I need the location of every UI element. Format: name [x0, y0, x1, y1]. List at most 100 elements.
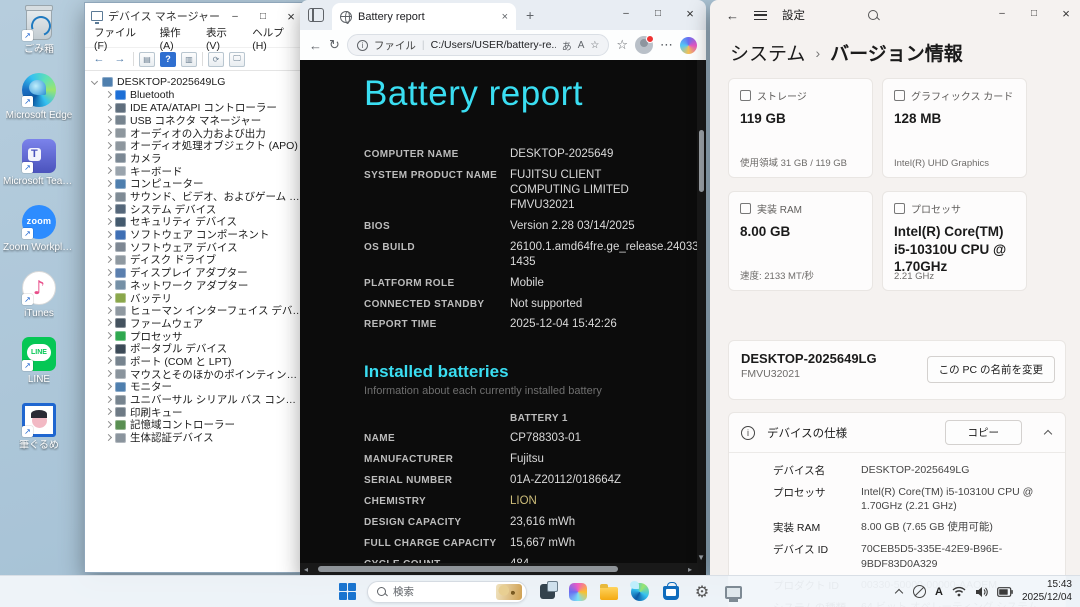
- rename-pc-button[interactable]: この PC の名前を変更: [926, 356, 1055, 383]
- desktop-icon[interactable]: ↗ Microsoft Teams: [2, 138, 76, 204]
- chevron-right-icon[interactable]: [104, 383, 112, 391]
- scroll-left-arrow[interactable]: ◂: [304, 565, 308, 574]
- microsoft-store-icon[interactable]: [660, 581, 682, 603]
- chevron-right-icon[interactable]: [104, 307, 112, 315]
- chevron-right-icon[interactable]: [104, 193, 112, 201]
- tray-expand-icon[interactable]: [895, 587, 904, 596]
- volume-icon[interactable]: [975, 586, 988, 598]
- close-button[interactable]: [1050, 0, 1080, 26]
- new-tab-button[interactable]: +: [526, 7, 534, 23]
- chevron-right-icon[interactable]: [104, 91, 112, 99]
- tree-item[interactable]: ファームウェア: [89, 317, 305, 330]
- ime-indicator[interactable]: A: [935, 586, 943, 598]
- desktop-icon[interactable]: ↗ Microsoft Edge: [2, 72, 76, 138]
- chevron-right-icon[interactable]: [104, 231, 112, 239]
- computer-scan-icon[interactable]: 🖵: [229, 51, 245, 67]
- settings-gear-icon[interactable]: ⚙: [691, 581, 713, 603]
- tray-clock[interactable]: 15:43 2025/12/04: [1022, 579, 1072, 604]
- favorites-hub-icon[interactable]: ☆: [616, 37, 628, 53]
- menu-item[interactable]: ヘルプ(H): [252, 25, 296, 52]
- properties-icon[interactable]: ▥: [181, 51, 197, 67]
- chevron-right-icon[interactable]: [104, 434, 112, 442]
- chevron-right-icon[interactable]: [104, 154, 112, 162]
- chevron-right-icon[interactable]: [104, 167, 112, 175]
- favorite-star-icon[interactable]: ☆: [590, 40, 599, 51]
- scroll-down-arrow[interactable]: ▼: [697, 553, 705, 562]
- browser-tab[interactable]: Battery report ×: [332, 3, 516, 30]
- translate-icon[interactable]: あ: [562, 38, 572, 53]
- desktop-icon[interactable]: ↗ LINE: [2, 336, 76, 402]
- vertical-scrollbar-thumb[interactable]: [699, 130, 704, 192]
- device-manager-taskbar-icon[interactable]: [722, 581, 744, 603]
- chevron-right-icon[interactable]: [104, 116, 112, 124]
- tree-root[interactable]: DESKTOP-2025649LG: [89, 76, 305, 89]
- chevron-right-icon[interactable]: [104, 345, 112, 353]
- minimize-button[interactable]: [610, 0, 642, 26]
- desktop-icon[interactable]: ↗ ごみ箱: [2, 5, 76, 72]
- close-button[interactable]: [674, 0, 706, 26]
- desktop-icon[interactable]: ↗ 筆ぐるめ: [2, 402, 76, 468]
- tree-item[interactable]: カメラ: [89, 152, 305, 165]
- back-icon[interactable]: ←: [309, 38, 322, 53]
- chevron-right-icon[interactable]: [104, 180, 112, 188]
- menu-item[interactable]: ファイル(F): [94, 25, 147, 52]
- copilot-icon[interactable]: [567, 581, 589, 603]
- copy-button[interactable]: コピー: [944, 420, 1022, 445]
- task-view-button[interactable]: [536, 581, 558, 603]
- breadcrumb-parent[interactable]: システム: [730, 39, 805, 66]
- tab-close-icon[interactable]: ×: [502, 11, 508, 23]
- vertical-scrollbar[interactable]: [697, 60, 706, 563]
- settings-titlebar[interactable]: ← 設定: [710, 0, 1080, 30]
- address-bar[interactable]: i ファイル | C:/Users/USER/battery-re... あ A…: [346, 34, 610, 56]
- chevron-right-icon[interactable]: [104, 281, 112, 289]
- wifi-icon[interactable]: [952, 586, 966, 597]
- chevron-right-icon[interactable]: [104, 218, 112, 226]
- read-aloud-icon[interactable]: A: [578, 40, 585, 51]
- forward-icon[interactable]: →: [112, 52, 128, 67]
- search-highlight-image[interactable]: [496, 583, 522, 600]
- more-menu-icon[interactable]: ⋯: [660, 37, 673, 53]
- tab-actions-icon[interactable]: [308, 8, 324, 22]
- chevron-right-icon[interactable]: [104, 319, 112, 327]
- refresh-icon[interactable]: ↻: [329, 37, 340, 53]
- edge-icon[interactable]: [629, 581, 651, 603]
- chevron-up-icon[interactable]: [1044, 428, 1053, 437]
- maximize-button[interactable]: [642, 0, 674, 26]
- desktop-icon[interactable]: ↗ iTunes: [2, 270, 76, 336]
- page-info-icon[interactable]: i: [356, 39, 368, 51]
- chevron-right-icon[interactable]: [104, 129, 112, 137]
- help-icon[interactable]: ?: [160, 51, 176, 67]
- device-spec-header[interactable]: i デバイスの仕様 コピー: [729, 413, 1065, 453]
- minimize-button[interactable]: [986, 0, 1018, 26]
- horizontal-scrollbar-thumb[interactable]: [318, 566, 618, 572]
- desktop-icon[interactable]: ↗ Zoom Workplace: [2, 204, 76, 270]
- chevron-right-icon[interactable]: [104, 269, 112, 277]
- chevron-right-icon[interactable]: [104, 243, 112, 251]
- chevron-right-icon[interactable]: [104, 396, 112, 404]
- tree-item[interactable]: オーディオ処理オブジェクト (APO): [89, 139, 305, 152]
- menu-item[interactable]: 表示(V): [206, 25, 239, 52]
- scan-hardware-icon[interactable]: ⟳: [208, 51, 224, 67]
- tree-item[interactable]: ユニバーサル シリアル バス コントローラー: [89, 393, 305, 406]
- tree-item[interactable]: マウスとそのほかのポインティング デバイス: [89, 368, 305, 381]
- chevron-right-icon[interactable]: [104, 421, 112, 429]
- search-icon[interactable]: [868, 9, 879, 21]
- start-button[interactable]: [336, 581, 358, 603]
- chevron-right-icon[interactable]: [104, 408, 112, 416]
- chevron-right-icon[interactable]: [104, 142, 112, 150]
- battery-icon[interactable]: [997, 586, 1013, 597]
- hamburger-menu-icon[interactable]: [754, 10, 767, 20]
- taskbar-search[interactable]: 検索: [367, 580, 527, 603]
- chevron-right-icon[interactable]: [104, 357, 112, 365]
- chevron-right-icon[interactable]: [104, 104, 112, 112]
- tree-item[interactable]: ネットワーク アダプター: [89, 279, 305, 292]
- status-disabled-icon[interactable]: [912, 585, 926, 598]
- profile-avatar[interactable]: [635, 35, 654, 54]
- chevron-right-icon[interactable]: [104, 256, 112, 264]
- horizontal-scrollbar[interactable]: ◂ ▸: [300, 563, 706, 575]
- copilot-icon[interactable]: [680, 36, 697, 54]
- chevron-right-icon[interactable]: [104, 294, 112, 302]
- list-view-icon[interactable]: ▤: [139, 51, 155, 67]
- chevron-right-icon[interactable]: [104, 332, 112, 340]
- file-explorer-icon[interactable]: [598, 581, 620, 603]
